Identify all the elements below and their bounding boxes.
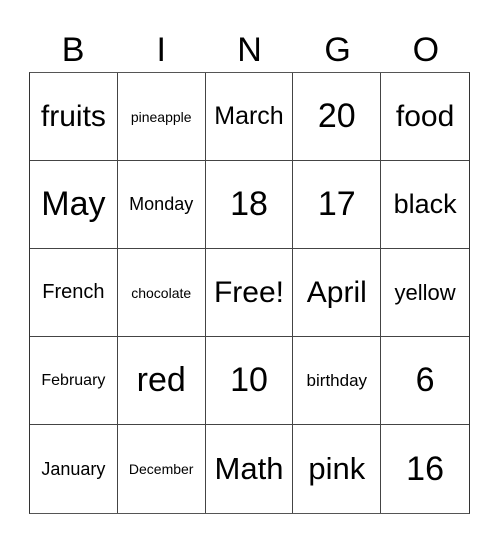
bingo-cell[interactable]: fruits [30, 73, 118, 161]
bingo-cell[interactable]: pink [293, 425, 382, 513]
header-letter-o: O [412, 31, 440, 69]
bingo-cell[interactable]: January [30, 425, 118, 513]
header-letter-g: G [324, 31, 351, 69]
bingo-cell[interactable]: Math [206, 425, 294, 513]
bingo-cell[interactable]: 16 [381, 425, 469, 513]
bingo-cell[interactable]: 10 [205, 337, 294, 425]
bingo-cell[interactable]: food [381, 73, 469, 161]
bingo-cell[interactable]: French [30, 249, 118, 337]
bingo-board: fruits pineapple March 20 food May Monda… [29, 72, 470, 514]
bingo-cell[interactable]: May [30, 161, 118, 249]
bingo-cell[interactable]: 20 [293, 73, 382, 161]
bingo-cell[interactable]: 6 [381, 337, 469, 425]
bingo-cell[interactable]: chocolate [117, 249, 206, 337]
bingo-cell[interactable]: black [381, 161, 469, 249]
bingo-cell[interactable]: birthday [293, 337, 382, 425]
bingo-cell[interactable]: yellow [381, 249, 469, 337]
header-letter-b: B [61, 31, 85, 69]
bingo-cell[interactable]: 18 [205, 161, 294, 249]
bingo-cell[interactable]: pineapple [117, 73, 206, 161]
bingo-cell[interactable]: 17 [293, 161, 382, 249]
bingo-cell[interactable]: December [118, 425, 206, 513]
header-letter-n: N [237, 31, 262, 69]
bingo-cell[interactable]: February [30, 337, 118, 425]
bingo-cell[interactable]: Monday [117, 161, 206, 249]
bingo-cell[interactable]: red [117, 337, 206, 425]
bingo-cell[interactable]: April [293, 249, 382, 337]
bingo-header: B I N G O [29, 28, 470, 72]
free-space-cell[interactable]: Free! [205, 249, 294, 337]
header-letter-i: I [156, 31, 166, 69]
bingo-cell[interactable]: March [205, 73, 294, 161]
